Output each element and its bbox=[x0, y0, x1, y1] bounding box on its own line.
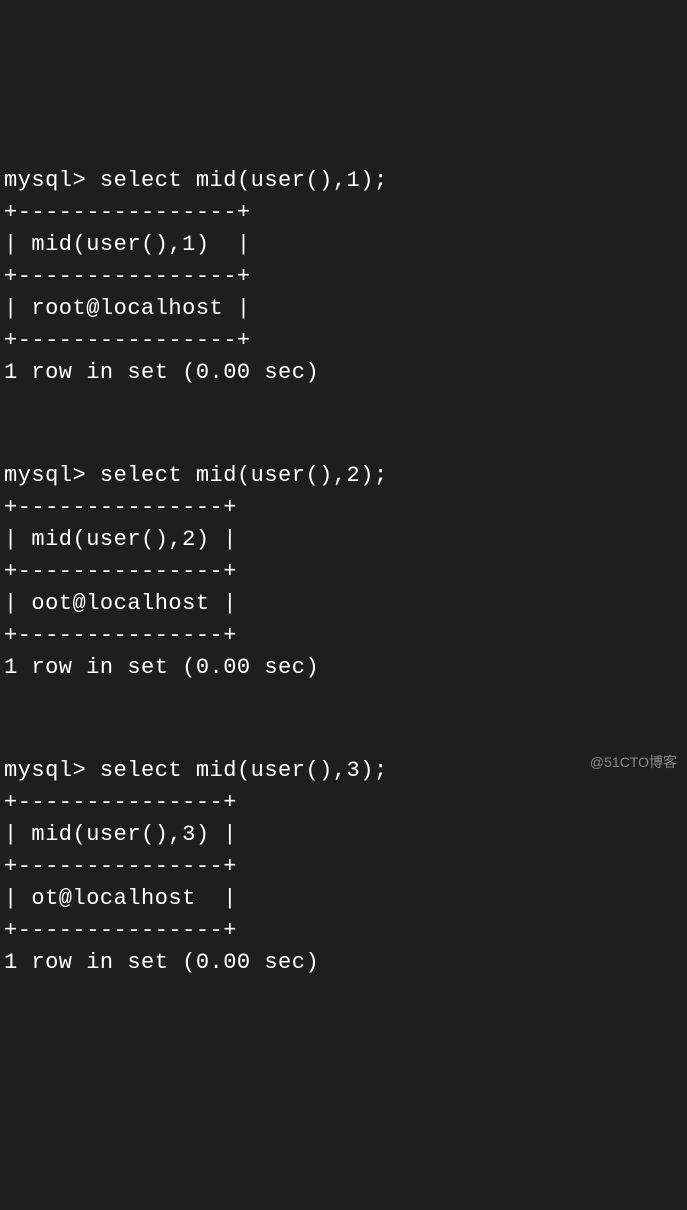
query-block-2: mysql> select mid(user(),2); +----------… bbox=[4, 429, 683, 684]
table-header-row: | mid(user(),3) | bbox=[4, 822, 237, 847]
table-border-bottom: +----------------+ bbox=[4, 328, 251, 353]
table-header-row: | mid(user(),1) | bbox=[4, 232, 251, 257]
table-border-top: +----------------+ bbox=[4, 200, 251, 225]
query-status: 1 row in set (0.00 sec) bbox=[4, 950, 319, 975]
table-data-row: | root@localhost | bbox=[4, 296, 251, 321]
sql-command: select mid(user(),2); bbox=[100, 463, 388, 488]
query-block-1: mysql> select mid(user(),1); +----------… bbox=[4, 134, 683, 389]
mysql-prompt[interactable]: mysql> bbox=[4, 758, 100, 783]
table-data-row: | oot@localhost | bbox=[4, 591, 237, 616]
sql-command: select mid(user(),3); bbox=[100, 758, 388, 783]
table-data-row: | ot@localhost | bbox=[4, 886, 237, 911]
table-header-row: | mid(user(),2) | bbox=[4, 527, 237, 552]
sql-command: select mid(user(),1); bbox=[100, 168, 388, 193]
table-border-top: +---------------+ bbox=[4, 790, 237, 815]
watermark-text: @51CTO博客 bbox=[590, 752, 677, 772]
table-border-mid: +----------------+ bbox=[4, 264, 251, 289]
table-border-bottom: +---------------+ bbox=[4, 918, 237, 943]
table-border-mid: +---------------+ bbox=[4, 854, 237, 879]
query-status: 1 row in set (0.00 sec) bbox=[4, 360, 319, 385]
mysql-prompt[interactable]: mysql> bbox=[4, 168, 100, 193]
table-border-top: +---------------+ bbox=[4, 495, 237, 520]
table-border-bottom: +---------------+ bbox=[4, 623, 237, 648]
mysql-prompt[interactable]: mysql> bbox=[4, 463, 100, 488]
table-border-mid: +---------------+ bbox=[4, 559, 237, 584]
query-status: 1 row in set (0.00 sec) bbox=[4, 655, 319, 680]
query-block-3: mysql> select mid(user(),3); +----------… bbox=[4, 724, 683, 979]
